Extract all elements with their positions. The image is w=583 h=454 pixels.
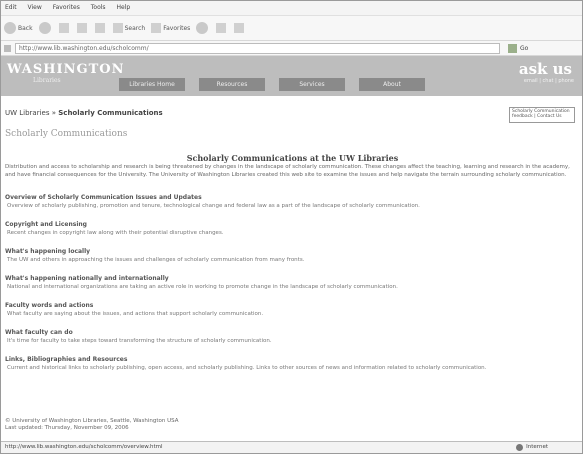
- section-item: What's happening nationally and internat…: [5, 275, 575, 297]
- media-icon: [196, 22, 209, 34]
- main-heading: Scholarly Communications at the UW Libra…: [186, 153, 399, 163]
- globe-icon: [516, 444, 524, 451]
- section-item: Links, Bibliographies and Resources Curr…: [5, 356, 575, 378]
- menu-bar: Edit View Favorites Tools Help: [1, 1, 582, 16]
- section-description: Recent changes in copyright law along wi…: [7, 230, 224, 236]
- nav-services[interactable]: Services: [279, 78, 345, 91]
- section-item: What's happening locally The UW and othe…: [5, 248, 575, 270]
- back-button[interactable]: Back: [4, 22, 33, 34]
- star-icon: [151, 23, 162, 33]
- back-arrow-icon: [4, 22, 16, 34]
- home-button[interactable]: [94, 23, 107, 33]
- ask-us-options[interactable]: email | chat | phone: [524, 78, 574, 84]
- mail-button[interactable]: [216, 23, 228, 33]
- nav-libraries-home[interactable]: Libraries Home: [119, 78, 185, 91]
- intro-paragraph: Distribution and access to scholarship a…: [5, 164, 570, 178]
- section-item: Faculty words and actions What faculty a…: [5, 302, 575, 324]
- page-title: Scholarly Communications: [5, 129, 128, 139]
- search-icon: [112, 23, 123, 33]
- section-list: Overview of Scholarly Communication Issu…: [5, 194, 575, 383]
- go-arrow-icon: [508, 43, 517, 53]
- breadcrumb-current: Scholarly Communications: [58, 109, 163, 117]
- refresh-button[interactable]: [76, 23, 89, 33]
- breadcrumb-home-link[interactable]: UW Libraries »: [5, 109, 58, 117]
- forward-button[interactable]: [38, 22, 53, 34]
- section-description: Overview of scholarly publishing, promot…: [7, 203, 420, 209]
- stop-icon: [58, 23, 69, 33]
- copyright-text[interactable]: © University of Washington Libraries, Se…: [5, 418, 179, 425]
- site-nav: Libraries Home Resources Services About: [119, 78, 439, 91]
- page-icon: [4, 44, 11, 52]
- page-footer: © University of Washington Libraries, Se…: [5, 418, 179, 432]
- section-description: It's time for faculty to take steps towa…: [7, 338, 272, 344]
- status-bar: http://www.lib.washington.edu/scholcomm/…: [1, 441, 582, 453]
- media-button[interactable]: [196, 22, 210, 34]
- section-link[interactable]: What faculty can do: [5, 329, 575, 336]
- section-link[interactable]: What's happening locally: [5, 248, 575, 255]
- nav-about[interactable]: About: [359, 78, 425, 91]
- security-zone: Internet: [516, 442, 548, 453]
- print-button[interactable]: [234, 23, 246, 33]
- section-link[interactable]: Copyright and Licensing: [5, 221, 575, 228]
- refresh-icon: [76, 23, 87, 33]
- menu-help[interactable]: Help: [116, 4, 130, 11]
- menu-edit[interactable]: Edit: [5, 4, 17, 11]
- toolbar: Back Search Favorites: [1, 16, 582, 41]
- section-link[interactable]: Overview of Scholarly Communication Issu…: [5, 194, 575, 201]
- stop-button[interactable]: [58, 23, 71, 33]
- address-input[interactable]: http://www.lib.washington.edu/scholcomm/: [15, 42, 500, 54]
- section-link[interactable]: What's happening nationally and internat…: [5, 275, 575, 282]
- uw-logo[interactable]: WASHINGTON Libraries: [7, 62, 124, 84]
- status-url: http://www.lib.washington.edu/scholcomm/…: [5, 444, 163, 450]
- section-description: Current and historical links to scholarl…: [7, 365, 487, 371]
- section-item: What faculty can do It's time for facult…: [5, 329, 575, 351]
- breadcrumb: UW Libraries » Scholarly Communications: [5, 109, 163, 117]
- forward-arrow-icon: [38, 22, 51, 34]
- favorites-button[interactable]: Favorites: [151, 23, 190, 33]
- go-button[interactable]: Go: [508, 43, 528, 53]
- browser-window: Edit View Favorites Tools Help Back Sear…: [0, 0, 583, 454]
- mail-icon: [216, 23, 227, 33]
- search-button[interactable]: Search: [112, 23, 145, 33]
- menu-favorites[interactable]: Favorites: [53, 4, 80, 11]
- home-icon: [94, 23, 105, 33]
- section-item: Copyright and Licensing Recent changes i…: [5, 221, 575, 243]
- feedback-box[interactable]: Scholarly Communication feedback | Conta…: [509, 107, 575, 123]
- section-item: Overview of Scholarly Communication Issu…: [5, 194, 575, 216]
- section-link[interactable]: Faculty words and actions: [5, 302, 575, 309]
- section-link[interactable]: Links, Bibliographies and Resources: [5, 356, 575, 363]
- section-description: National and international organizations…: [7, 284, 398, 290]
- ask-us-link[interactable]: ask us: [519, 60, 572, 78]
- address-bar: http://www.lib.washington.edu/scholcomm/…: [1, 41, 582, 56]
- section-description: What faculty are saying about the issues…: [7, 311, 264, 317]
- menu-view[interactable]: View: [28, 4, 42, 11]
- section-description: The UW and others in approaching the iss…: [7, 257, 305, 263]
- site-header: WASHINGTON Libraries Libraries Home Reso…: [1, 56, 582, 96]
- menu-tools[interactable]: Tools: [91, 4, 106, 11]
- nav-resources[interactable]: Resources: [199, 78, 265, 91]
- last-updated-text: Last updated: Thursday, November 09, 200…: [5, 425, 129, 431]
- print-icon: [234, 23, 245, 33]
